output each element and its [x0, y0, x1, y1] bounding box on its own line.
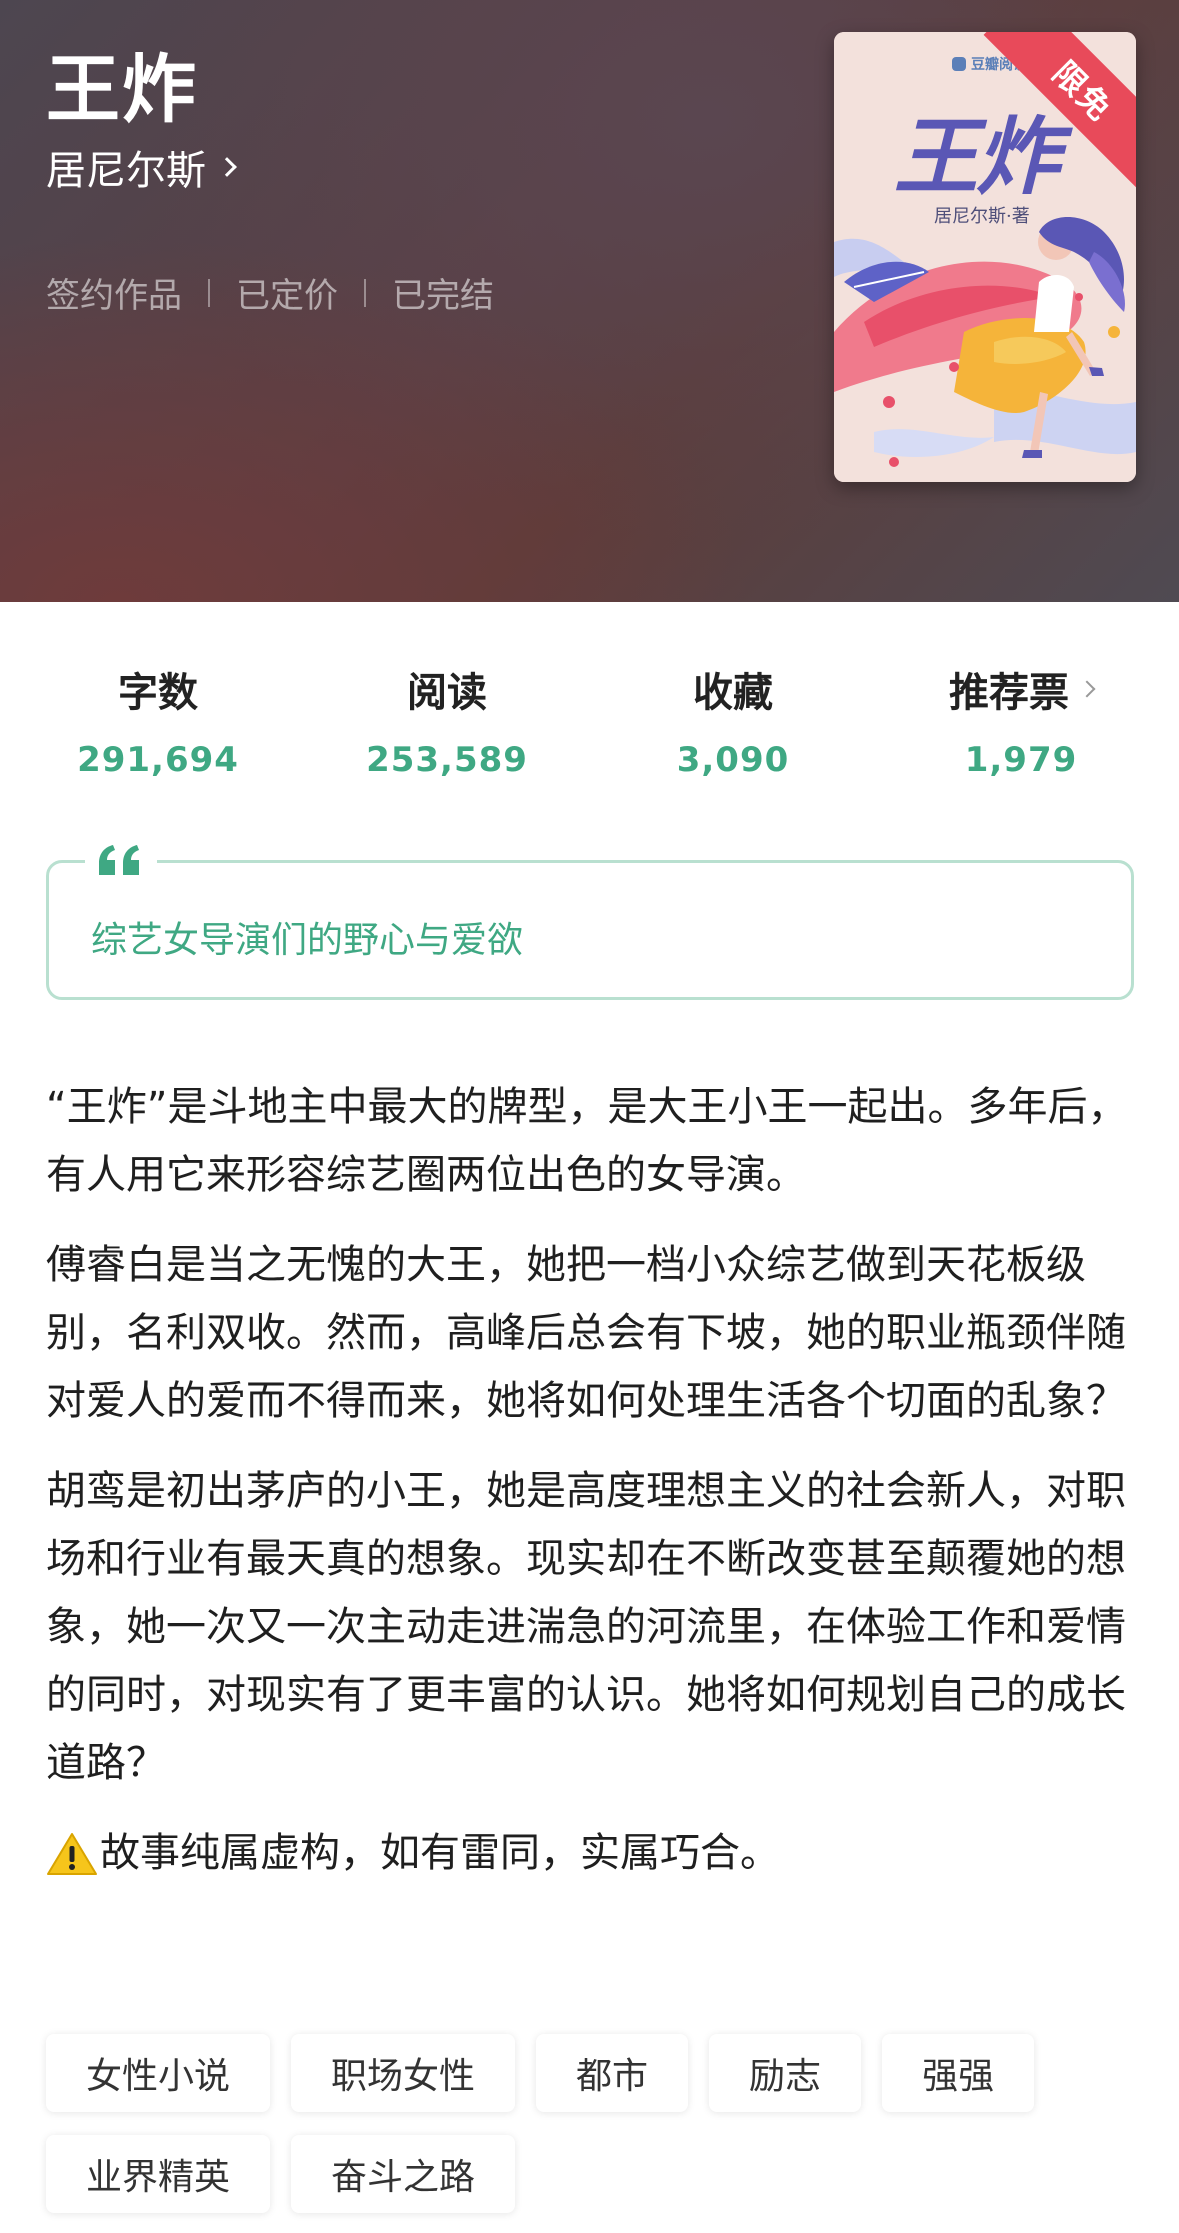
warning-icon — [46, 1830, 98, 1876]
book-description: “王炸”是斗地主中最大的牌型，是大王小王一起出。多年后，有人用它来形容综艺圈两位… — [46, 1073, 1136, 1909]
stat-reads: 阅读 253,589 — [302, 660, 592, 780]
stat-word-count: 字数 291,694 — [13, 660, 303, 780]
chevron-right-icon — [217, 157, 237, 177]
tagline-text: 综艺女导演们的野心与爱欲 — [91, 920, 524, 961]
tag-chip[interactable]: 强强 — [882, 2034, 1035, 2112]
stat-label: 推荐票 — [949, 670, 1069, 716]
douban-read-logo-icon — [952, 57, 966, 71]
stat-value: 3,090 — [676, 740, 790, 780]
disclaimer-text: 故事纯属虚构，如有雷同，实属巧合。 — [100, 1830, 780, 1876]
tag-chip[interactable]: 业界精英 — [46, 2135, 271, 2213]
tag-chip[interactable]: 职场女性 — [291, 2034, 516, 2112]
tag-chip[interactable]: 女性小说 — [46, 2034, 271, 2112]
stat-label: 字数 — [118, 670, 198, 716]
stat-favorites: 收藏 3,090 — [588, 660, 878, 780]
disclaimer-line: 故事纯属虚构，如有雷同，实属巧合。 — [46, 1819, 1136, 1887]
status-signed: 签约作品 — [46, 276, 182, 316]
tagline-box: 综艺女导演们的野心与爱欲 — [46, 835, 1134, 1000]
stat-recommend-votes[interactable]: 推荐票 1,979 — [876, 660, 1166, 780]
description-paragraph: 胡鸾是初出茅庐的小王，她是高度理想主义的社会新人，对职场和行业有最天真的想象。现… — [46, 1468, 1126, 1786]
author-name: 居尼尔斯 — [46, 148, 206, 194]
stat-value: 1,979 — [964, 740, 1078, 780]
tag-chip[interactable]: 都市 — [536, 2034, 689, 2112]
divider — [364, 278, 366, 307]
stat-label: 阅读 — [407, 670, 487, 716]
stat-value: 253,589 — [366, 740, 528, 780]
description-paragraph: “王炸”是斗地主中最大的牌型，是大王小王一起出。多年后，有人用它来形容综艺圈两位… — [46, 1084, 1128, 1198]
divider — [208, 278, 210, 307]
status-completed: 已完结 — [392, 276, 494, 316]
book-cover[interactable]: 豆瓣阅读 王炸 居尼尔斯·著 限免 — [834, 32, 1136, 482]
stats-bar: 字数 291,694 阅读 253,589 收藏 3,090 推荐票 1,979 — [0, 660, 1179, 790]
stat-label: 收藏 — [693, 670, 773, 716]
tag-chip[interactable]: 奋斗之路 — [291, 2135, 516, 2213]
stat-value: 291,694 — [77, 740, 239, 780]
cover-title: 王炸 — [894, 107, 1060, 206]
stat-label-row: 推荐票 — [949, 660, 1096, 718]
author-link[interactable]: 居尼尔斯 — [46, 138, 237, 196]
chevron-right-icon — [1078, 680, 1096, 698]
book-status-row: 签约作品 已定价 已完结 — [46, 268, 494, 317]
book-header: 王炸 居尼尔斯 签约作品 已定价 已完结 豆瓣阅读 王炸 居尼尔斯·著 限免 — [0, 0, 1179, 602]
description-paragraph: 傅睿白是当之无愧的大王，她把一档小众综艺做到天花板级别，名利双收。然而，高峰后总… — [46, 1242, 1126, 1424]
status-priced: 已定价 — [236, 276, 338, 316]
tag-row: 女性小说 职场女性 都市 励志 强强 — [46, 2034, 1146, 2112]
tag-list: 女性小说 职场女性 都市 励志 强强 业界精英 奋斗之路 — [46, 2034, 1146, 2233]
book-title: 王炸 — [46, 47, 198, 133]
tag-chip[interactable]: 励志 — [709, 2034, 862, 2112]
quote-icon — [85, 835, 157, 885]
cover-author: 居尼尔斯·著 — [934, 206, 1030, 227]
tag-row: 业界精英 奋斗之路 — [46, 2135, 1146, 2213]
